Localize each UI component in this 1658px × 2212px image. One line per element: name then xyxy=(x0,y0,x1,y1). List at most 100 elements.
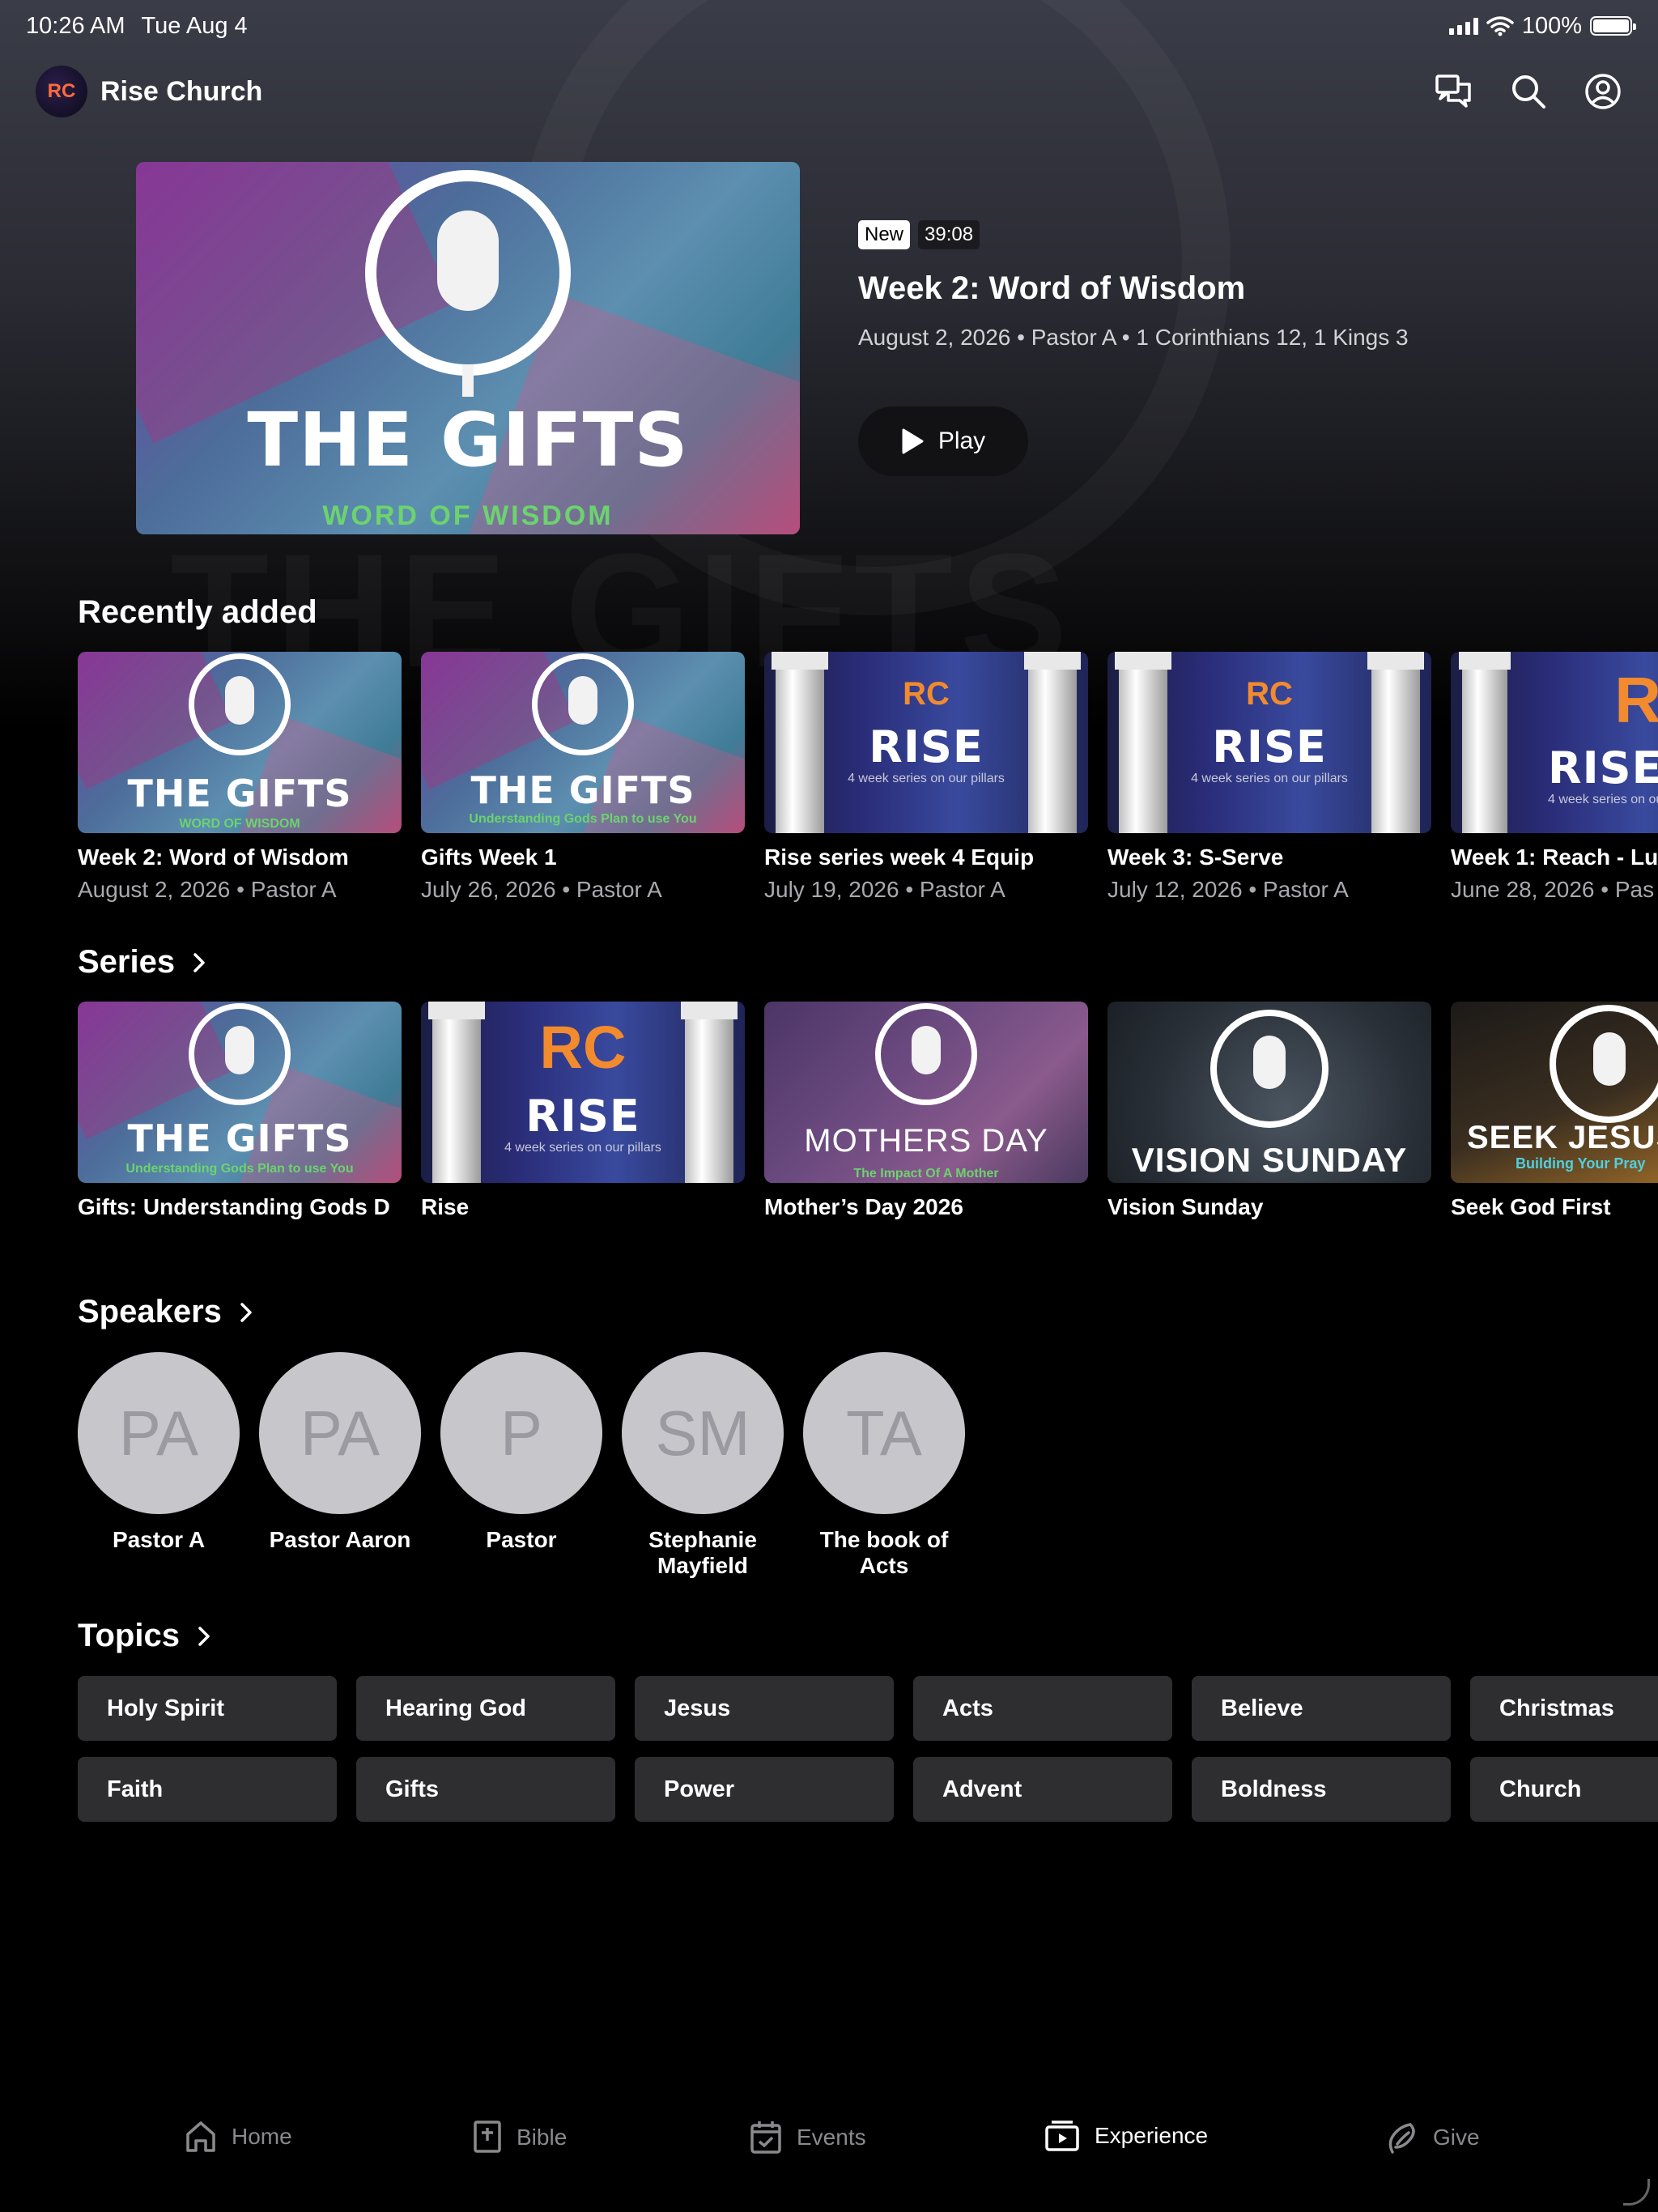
topic-chip[interactable]: Church xyxy=(1470,1757,1658,1822)
speaker-item[interactable]: PA Pastor A xyxy=(78,1352,240,1579)
speaker-name: Pastor xyxy=(486,1527,557,1552)
featured-title[interactable]: Week 2: Word of Wisdom xyxy=(858,270,1409,307)
card-subtitle: July 12, 2026 • Pastor A xyxy=(1107,877,1349,902)
duration-badge: 39:08 xyxy=(918,220,980,249)
messages-button[interactable] xyxy=(1435,72,1473,111)
topic-chip[interactable]: Hearing God xyxy=(356,1676,615,1741)
series-card[interactable]: MOTHERS DAY The Impact Of A Mother Mothe… xyxy=(764,1002,1088,1220)
media-card[interactable]: THE GIFTS Understanding Gods Plan to use… xyxy=(421,652,745,903)
avatar: PA xyxy=(78,1352,240,1514)
card-title: Vision Sunday xyxy=(1107,1194,1264,1219)
profile-button[interactable] xyxy=(1584,72,1622,111)
series-card[interactable]: RC RISE 4 week series on our pillars Ris… xyxy=(421,1002,745,1220)
speakers-row: PA Pastor A PA Pastor Aaron P Pastor SM … xyxy=(78,1352,965,1579)
recently-added-row: THE GIFTS WORD OF WISDOM Week 2: Word of… xyxy=(78,652,1658,903)
topic-chip[interactable]: Jesus xyxy=(635,1676,894,1741)
account-icon xyxy=(1585,74,1621,109)
card-title: Gifts Week 1 xyxy=(421,844,557,870)
topics-grid: Holy Spirit Hearing God Jesus Acts Belie… xyxy=(78,1676,1658,1822)
speaker-item[interactable]: PA Pastor Aaron xyxy=(259,1352,421,1579)
calendar-icon xyxy=(750,2121,781,2154)
give-icon xyxy=(1388,2123,1415,2154)
wifi-icon xyxy=(1486,16,1514,36)
search-icon xyxy=(1512,75,1545,108)
card-title: Rise series week 4 Equip xyxy=(764,844,1035,870)
series-card[interactable]: SEEK JESUS Building Your Pray Seek God F… xyxy=(1451,1002,1658,1220)
tab-experience[interactable]: Experience xyxy=(1044,2120,1208,2152)
tab-label: Experience xyxy=(1095,2123,1209,2148)
speaker-item[interactable]: TA The book of Acts xyxy=(803,1352,965,1579)
topic-chip[interactable]: Boldness xyxy=(1192,1757,1451,1822)
speaker-name: Pastor A xyxy=(112,1527,206,1552)
chevron-right-icon xyxy=(240,1302,252,1322)
tab-give[interactable]: Give xyxy=(1386,2120,1480,2155)
bible-icon xyxy=(474,2121,501,2153)
media-card[interactable]: RC RISE 4 week series on our pillars Wee… xyxy=(1107,652,1431,903)
status-time: 10:26 AM xyxy=(26,12,125,39)
speaker-name: Pastor Aaron xyxy=(269,1527,411,1552)
card-title: Gifts: Understanding Gods D xyxy=(78,1194,390,1219)
topic-chip[interactable]: Power xyxy=(635,1757,894,1822)
topic-chip[interactable]: Holy Spirit xyxy=(78,1676,337,1741)
status-date: Tue Aug 4 xyxy=(141,12,248,39)
topic-chip[interactable]: Believe xyxy=(1192,1676,1451,1741)
card-title: Week 2: Word of Wisdom xyxy=(78,844,349,870)
card-title: Mother’s Day 2026 xyxy=(764,1194,963,1219)
featured-info: New 39:08 Week 2: Word of Wisdom August … xyxy=(858,220,1409,351)
top-bar: RC Rise Church xyxy=(36,65,1622,118)
card-subtitle: August 2, 2026 • Pastor A xyxy=(78,877,337,902)
media-card[interactable]: RC RISE 4 week series on our Week 1: Rea… xyxy=(1451,652,1658,903)
card-title: Week 3: S-Serve xyxy=(1107,844,1284,870)
media-card[interactable]: RC RISE 4 week series on our pillars Ris… xyxy=(764,652,1088,903)
topics-heading[interactable]: Topics xyxy=(78,1618,210,1654)
church-logo[interactable]: RC xyxy=(36,66,87,117)
topic-chip[interactable]: Faith xyxy=(78,1757,337,1822)
play-button[interactable]: Play xyxy=(858,406,1028,476)
tab-label: Bible xyxy=(517,2125,568,2150)
section-title: Recently added xyxy=(78,594,317,630)
chat-bubbles-icon xyxy=(1435,74,1471,108)
topic-chip[interactable]: Acts xyxy=(913,1676,1172,1741)
avatar: SM xyxy=(622,1352,784,1514)
chevron-right-icon xyxy=(198,1626,210,1646)
card-subtitle: June 28, 2026 • Pas xyxy=(1451,877,1655,902)
series-card[interactable]: THE GIFTS Understanding Gods Plan to use… xyxy=(78,1002,402,1220)
series-card[interactable]: VISION SUNDAY Vision Sunday xyxy=(1107,1002,1431,1220)
section-title: Speakers xyxy=(78,1294,222,1329)
card-title: Rise xyxy=(421,1194,470,1219)
card-subtitle: July 26, 2026 • Pastor A xyxy=(421,877,662,902)
section-title: Topics xyxy=(78,1618,180,1653)
series-row: THE GIFTS Understanding Gods Plan to use… xyxy=(78,1002,1658,1220)
card-title: Seek God First xyxy=(1451,1194,1611,1219)
tab-bible[interactable]: Bible xyxy=(473,2120,567,2155)
recently-added-heading: Recently added xyxy=(78,594,317,631)
new-badge: New xyxy=(858,220,911,249)
speaker-item[interactable]: P Pastor xyxy=(440,1352,602,1579)
battery-icon xyxy=(1590,16,1636,36)
card-title: Week 1: Reach - Lu xyxy=(1451,844,1658,870)
topic-chip[interactable]: Christmas xyxy=(1470,1676,1658,1741)
series-heading[interactable]: Series xyxy=(78,944,206,981)
tab-label: Give xyxy=(1433,2125,1480,2150)
avatar: TA xyxy=(803,1352,965,1514)
tab-label: Home xyxy=(232,2124,292,2149)
topic-chip[interactable]: Gifts xyxy=(356,1757,615,1822)
media-icon xyxy=(1045,2121,1079,2151)
card-subtitle: July 19, 2026 • Pastor A xyxy=(764,877,1005,902)
battery-percent: 100% xyxy=(1521,12,1582,39)
tab-home[interactable]: Home xyxy=(185,2120,292,2154)
speaker-item[interactable]: SM Stephanie Mayfield xyxy=(622,1352,784,1579)
tab-label: Events xyxy=(797,2125,866,2150)
search-button[interactable] xyxy=(1509,72,1548,111)
speakers-heading[interactable]: Speakers xyxy=(78,1294,253,1330)
tab-events[interactable]: Events xyxy=(750,2120,866,2155)
media-card[interactable]: THE GIFTS WORD OF WISDOM Week 2: Word of… xyxy=(78,652,402,903)
cellular-signal-icon xyxy=(1448,17,1478,35)
speaker-name: The book of Acts xyxy=(819,1527,949,1578)
speaker-name: Stephanie Mayfield xyxy=(648,1527,757,1578)
chevron-right-icon xyxy=(193,952,205,972)
featured-artwork[interactable]: THE GIFTS WORD OF WISDOM xyxy=(136,162,800,534)
topic-chip[interactable]: Advent xyxy=(913,1757,1172,1822)
avatar: PA xyxy=(259,1352,421,1514)
avatar: P xyxy=(440,1352,602,1514)
